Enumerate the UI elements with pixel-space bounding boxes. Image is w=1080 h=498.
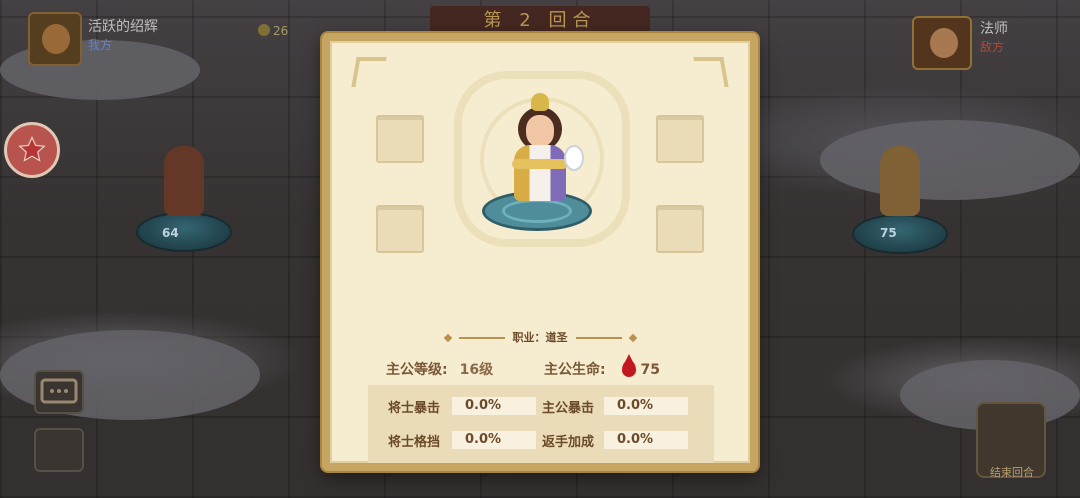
stat-value-counter-bonus: 0.0% <box>604 431 688 449</box>
corner-ornament <box>351 57 387 87</box>
stat-label-soldier-block: 将士格挡 <box>388 435 441 450</box>
equipment-slot-bottom-right[interactable] <box>656 205 704 253</box>
equipment-slot-top-right[interactable] <box>656 115 704 163</box>
lord-hp-label: 主公生命: <box>544 362 606 378</box>
lord-hp-value: 75 <box>640 362 660 378</box>
stat-value-lord-crit: 0.0% <box>604 397 688 415</box>
hero-info-panel: 职业：道圣 主公等级: 16级 主公生命: 75 将士暴击 0.0% 主公暴击 0… <box>322 33 758 471</box>
stat-label-soldier-crit: 将士暴击 <box>388 401 441 416</box>
corner-ornament <box>693 57 729 87</box>
hero-class: 职业：道圣 <box>332 329 748 345</box>
stat-label-lord-crit: 主公暴击 <box>542 401 595 416</box>
lord-level: 主公等级: 16级 <box>386 359 493 381</box>
hero-portrait <box>500 93 584 213</box>
lord-level-value: 16级 <box>459 362 494 378</box>
hero-info-panel-body: 职业：道圣 主公等级: 16级 主公生命: 75 将士暴击 0.0% 主公暴击 0… <box>330 41 750 463</box>
equipment-slot-top-left[interactable] <box>376 115 424 163</box>
lord-hp: 主公生命: 75 <box>544 354 660 381</box>
combat-stats-table: 将士暴击 0.0% 主公暴击 0.0% 将士格挡 0.0% 返手加成 0.0% <box>368 385 714 463</box>
stat-value-soldier-block: 0.0% <box>452 431 536 449</box>
stat-value-soldier-crit: 0.0% <box>452 397 536 415</box>
equipment-slot-bottom-left[interactable] <box>376 205 424 253</box>
lord-level-label: 主公等级: <box>386 362 448 378</box>
stat-label-counter-bonus: 返手加成 <box>542 435 595 450</box>
blood-drop-icon <box>622 354 637 377</box>
